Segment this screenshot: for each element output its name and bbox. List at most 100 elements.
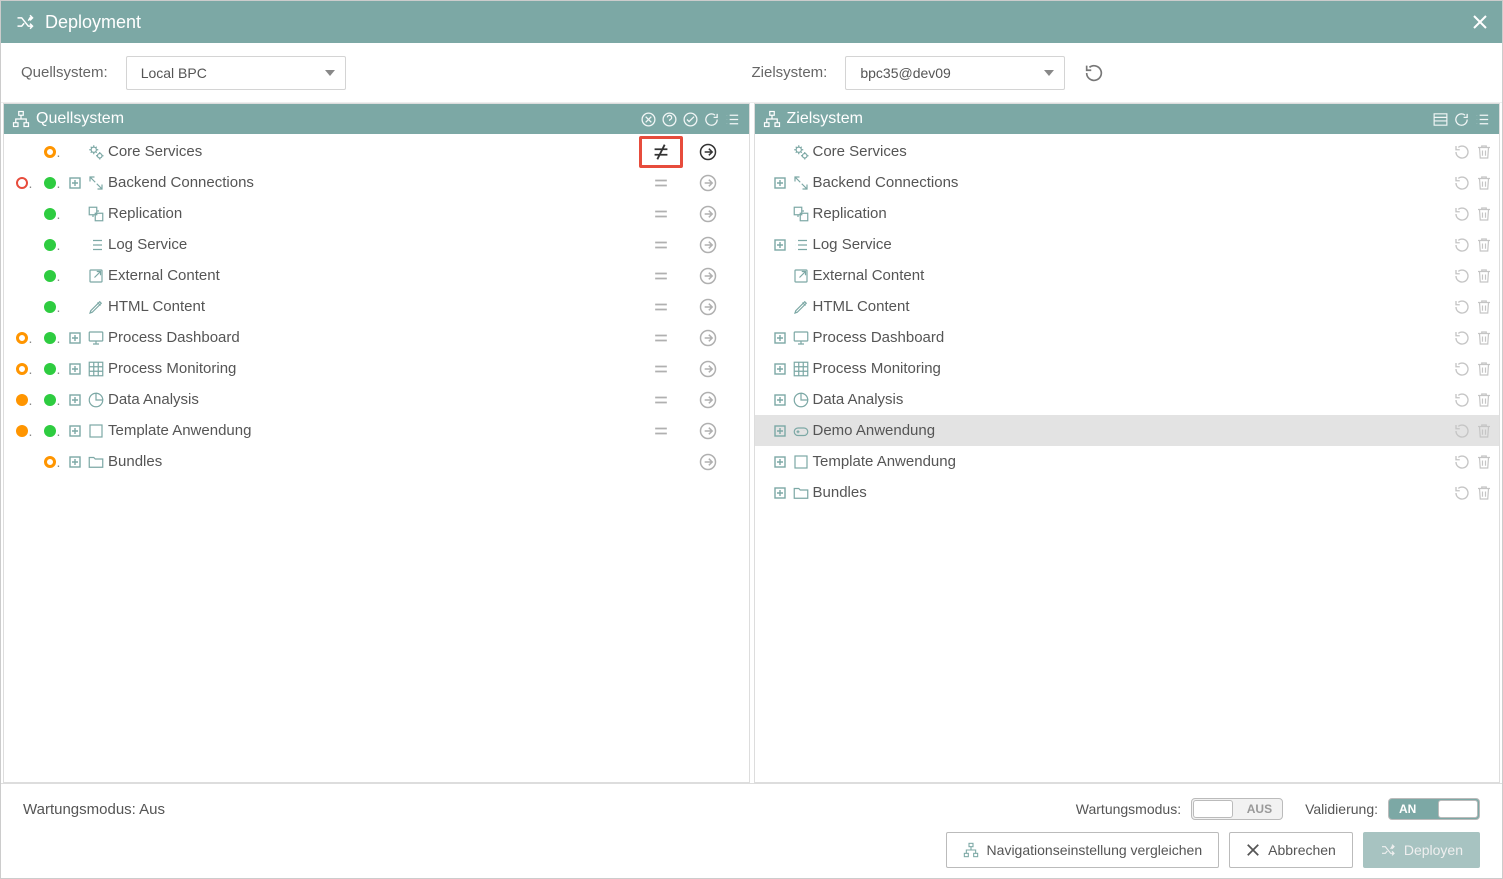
undo-icon[interactable] [1453,422,1471,440]
expand-icon[interactable] [66,332,84,344]
trash-icon[interactable] [1475,453,1493,471]
expand-icon[interactable] [771,332,789,344]
chevron-down-icon [325,70,335,76]
undo-icon[interactable] [1453,205,1471,223]
deselect-all-icon[interactable] [640,111,657,128]
trash-icon[interactable] [1475,391,1493,409]
cancel-button[interactable]: Abbrechen [1229,832,1353,868]
help-icon[interactable] [661,111,678,128]
expand-icon[interactable] [771,487,789,499]
tree-row[interactable]: HTML Content [755,291,1500,322]
tree-row[interactable]: .External Content [4,260,749,291]
undo-icon[interactable] [1453,453,1471,471]
transfer-icon[interactable] [691,173,725,193]
gears-icon [84,143,108,161]
transfer-icon[interactable] [691,390,725,410]
monitor-icon [84,329,108,347]
refresh-panel-icon[interactable] [703,111,720,128]
tree-row[interactable]: Process Monitoring [755,353,1500,384]
transfer-icon[interactable] [691,235,725,255]
undo-icon[interactable] [1453,143,1471,161]
tree-row[interactable]: ..Process Dashboard [4,322,749,353]
tree-row[interactable]: .Replication [4,198,749,229]
tree-item-label: Core Services [813,143,1454,160]
trash-icon[interactable] [1475,174,1493,192]
trash-icon[interactable] [1475,360,1493,378]
trash-icon[interactable] [1475,329,1493,347]
tree-row[interactable]: Bundles [755,477,1500,508]
tree-row[interactable]: Core Services [755,136,1500,167]
transfer-icon[interactable] [691,328,725,348]
tree-row[interactable]: .Core Services [4,136,749,167]
transfer-icon[interactable] [691,421,725,441]
transfer-icon[interactable] [691,142,725,162]
undo-icon[interactable] [1453,174,1471,192]
tree-row[interactable]: Demo Anwendung [755,415,1500,446]
trash-icon[interactable] [1475,205,1493,223]
undo-icon[interactable] [1453,236,1471,254]
collapse-all-icon[interactable] [1474,111,1491,128]
transfer-icon[interactable] [691,204,725,224]
trash-icon[interactable] [1475,267,1493,285]
refresh-icon[interactable] [1083,62,1105,84]
source-system-select[interactable]: Local BPC [126,56,346,90]
expand-icon[interactable] [771,177,789,189]
tree-row[interactable]: .Log Service [4,229,749,260]
expand-icon[interactable] [66,363,84,375]
collapse-all-icon[interactable] [724,111,741,128]
tree-row[interactable]: ..Backend Connections [4,167,749,198]
expand-icon[interactable] [771,425,789,437]
tree-row[interactable]: .Bundles [4,446,749,477]
tree-row[interactable]: Replication [755,198,1500,229]
trash-icon[interactable] [1475,422,1493,440]
compare-nav-button[interactable]: Navigationseinstellung vergleichen [946,832,1220,868]
tree-row[interactable]: Process Dashboard [755,322,1500,353]
maint-target-toggle[interactable]: AUS [1191,798,1283,820]
transfer-icon[interactable] [691,359,725,379]
diff-icon [651,390,671,410]
titlebar: Deployment [1,1,1502,43]
close-icon[interactable] [1472,14,1488,30]
tree-row[interactable]: Data Analysis [755,384,1500,415]
transfer-icon[interactable] [691,266,725,286]
trash-icon[interactable] [1475,298,1493,316]
transfer-icon[interactable] [691,297,725,317]
tree-row[interactable]: Log Service [755,229,1500,260]
undo-icon[interactable] [1453,267,1471,285]
undo-icon[interactable] [1453,484,1471,502]
expand-icon[interactable] [66,456,84,468]
tree-row[interactable]: Template Anwendung [755,446,1500,477]
diff-icon [651,421,671,441]
trash-icon[interactable] [1475,143,1493,161]
trash-icon[interactable] [1475,236,1493,254]
tree-row[interactable]: ..Process Monitoring [4,353,749,384]
sitemap-icon [763,110,781,128]
tree-row[interactable]: ..Data Analysis [4,384,749,415]
tree-row[interactable]: ..Template Anwendung [4,415,749,446]
select-all-icon[interactable] [682,111,699,128]
expand-icon[interactable] [771,239,789,251]
tree-row[interactable]: Backend Connections [755,167,1500,198]
trash-icon[interactable] [1475,484,1493,502]
validation-toggle[interactable]: AN [1388,798,1480,820]
list-view-icon[interactable] [1432,111,1449,128]
target-system-value: bpc35@dev09 [860,65,951,81]
footer: Wartungsmodus: Aus Wartungsmodus: AUS Va… [1,783,1502,878]
expand-icon[interactable] [66,394,84,406]
tree-row[interactable]: External Content [755,260,1500,291]
expand-icon[interactable] [771,456,789,468]
refresh-panel-icon[interactable] [1453,111,1470,128]
undo-icon[interactable] [1453,360,1471,378]
expand-icon[interactable] [66,425,84,437]
expand-icon[interactable] [771,363,789,375]
deploy-button[interactable]: Deployen [1363,832,1480,868]
tree-item-label: Log Service [813,236,1454,253]
expand-icon[interactable] [66,177,84,189]
target-system-select[interactable]: bpc35@dev09 [845,56,1065,90]
undo-icon[interactable] [1453,391,1471,409]
undo-icon[interactable] [1453,298,1471,316]
tree-row[interactable]: .HTML Content [4,291,749,322]
undo-icon[interactable] [1453,329,1471,347]
transfer-icon[interactable] [691,452,725,472]
expand-icon[interactable] [771,394,789,406]
